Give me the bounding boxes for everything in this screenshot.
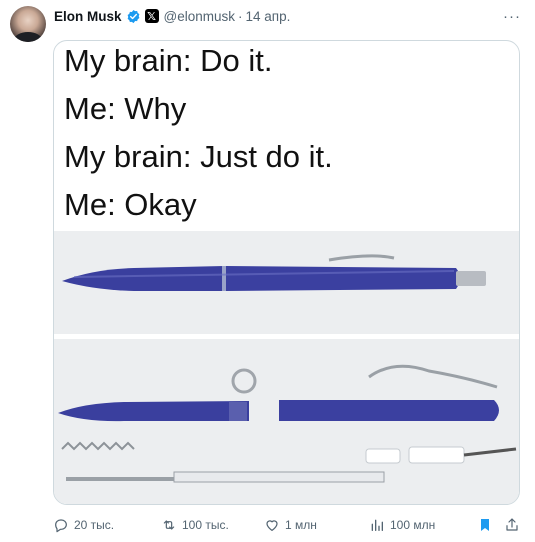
tweet-header: Elon Musk 𝕏 @elonmusk · 14 апр.: [54, 6, 525, 26]
bookmark-button[interactable]: [477, 514, 498, 536]
reply-button[interactable]: 20 тыс.: [53, 514, 114, 536]
meme-line-4: Me: Okay: [64, 187, 197, 222]
author-avatar[interactable]: [10, 6, 46, 42]
reply-icon: [55, 519, 67, 533]
verified-badge-icon[interactable]: [126, 9, 141, 24]
reply-count: 20 тыс.: [74, 518, 115, 532]
repost-button[interactable]: 100 тыс.: [161, 514, 229, 536]
views-chart-icon: [371, 519, 383, 531]
views-button[interactable]: 100 млн: [369, 514, 435, 536]
meme-line-2: Me: Why: [64, 91, 187, 126]
bookmark-icon: [481, 519, 489, 531]
share-button[interactable]: [504, 514, 525, 536]
tweet-media-image[interactable]: My brain: Do it. Me: Why My brain: Just …: [53, 40, 520, 505]
author-name[interactable]: Elon Musk: [54, 9, 122, 24]
like-count: 1 млн: [285, 518, 317, 532]
heart-icon: [266, 520, 278, 531]
views-count: 100 млн: [390, 518, 436, 532]
x-affiliation-icon[interactable]: 𝕏: [144, 9, 159, 23]
dot-separator: ·: [238, 8, 243, 24]
meme-line-3: My brain: Just do it.: [64, 139, 333, 174]
tweet-date[interactable]: 14 апр.: [246, 9, 291, 24]
share-icon: [506, 518, 518, 531]
more-options-icon[interactable]: ···: [503, 8, 521, 25]
repost-icon: [163, 520, 175, 530]
author-handle[interactable]: @elonmusk: [164, 9, 235, 24]
assembled-pen-photo: [54, 231, 519, 334]
meme-line-1: My brain: Do it.: [64, 43, 273, 78]
repost-count: 100 тыс.: [182, 518, 229, 532]
disassembled-pen-photo: [54, 339, 519, 504]
tweet-actions-bar: 20 тыс. 100 тыс. 1 млн 100 млн: [53, 514, 523, 536]
like-button[interactable]: 1 млн: [264, 514, 317, 536]
